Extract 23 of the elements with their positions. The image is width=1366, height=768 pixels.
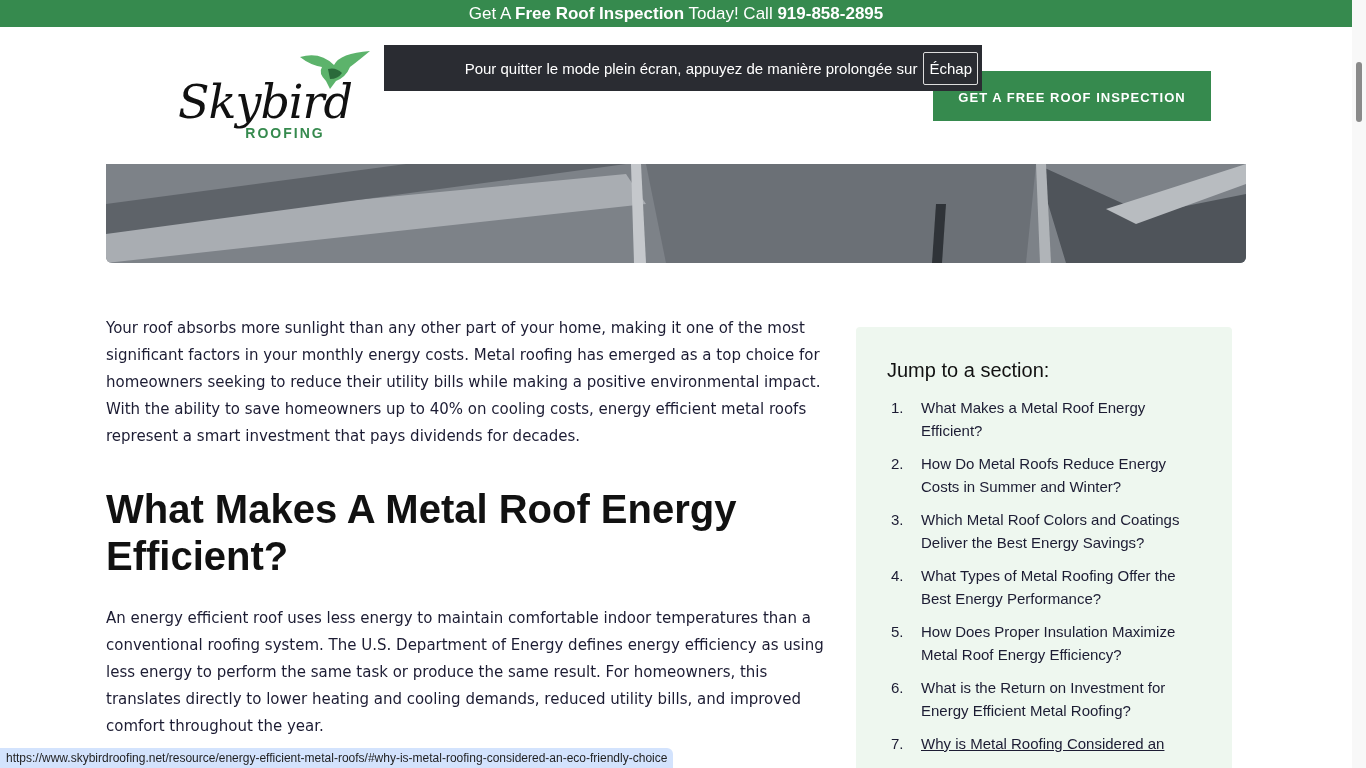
scrollbar[interactable]	[1352, 0, 1366, 768]
item-number: 3.	[890, 510, 905, 530]
toc-link[interactable]: Why is Metal Roofing Considered an	[921, 732, 1201, 755]
intro-paragraph: Your roof absorbs more sunlight than any other part of your home, making it one of the most significant factors in your monthly energy costs. Metal roofing has emerged as a top choice for homeowners seeking to reduce their utility bills while making a positive environmental impact. With the ability to save homeowners up to 40% on cooling costs, energy efficient metal roofs represent a smart investment that pays dividends for decades.	[106, 318, 822, 447]
body-paragraph: An energy efficient roof uses less energy to maintain comfortable indoor temperatures than a conventional roofing system. The U.S. Department of Energy defines energy efficiency as using less energy to perform the same task or produce the same result. For homeowners, this translates directly to lower heating and cooling demands, reduced utility bills, and improved comfort throughout the year.	[106, 608, 825, 737]
item-number: 5.	[890, 622, 905, 642]
item-number: 2.	[890, 454, 905, 474]
toc-link[interactable]: Which Metal Roof Colors and Coatings Deliver the Best Energy Savings?	[921, 508, 1201, 554]
section-heading: What Makes A Metal Roof Energy Efficient?	[106, 486, 738, 580]
toast-text: Pour quitter le mode plein écran, appuyez de manière prolongée sur	[464, 59, 918, 77]
item-number: 4.	[890, 566, 905, 586]
status-url: https://www.skybirdroofing.net/resource/energy-efficient-metal-roofs/#why-is-metal-roofing-considered-an-eco-friendly-choice	[0, 748, 674, 768]
item-number: 1.	[890, 398, 905, 418]
key-hint: Échap	[923, 51, 978, 85]
toc-title: Jump to a section:	[887, 359, 1051, 382]
toc-link[interactable]: What Makes a Metal Roof Energy Efficient?	[921, 396, 1201, 442]
item-number: 6.	[890, 678, 905, 698]
toc-link[interactable]: How Do Metal Roofs Reduce Energy Costs in Summer and Winter?	[921, 452, 1201, 498]
toc-link[interactable]: What Types of Metal Roofing Offer the Best Energy Performance?	[921, 564, 1201, 610]
promo-text: Get A Free Roof Inspection Today! Call 919-858-2895	[468, 3, 884, 24]
item-number: 7.	[890, 734, 905, 754]
toc-link[interactable]: What is the Return on Investment for Energy Efficient Metal Roofing?	[921, 676, 1201, 722]
toc-link[interactable]: How Does Proper Insulation Maximize Metal Roof Energy Efficiency?	[921, 620, 1201, 666]
